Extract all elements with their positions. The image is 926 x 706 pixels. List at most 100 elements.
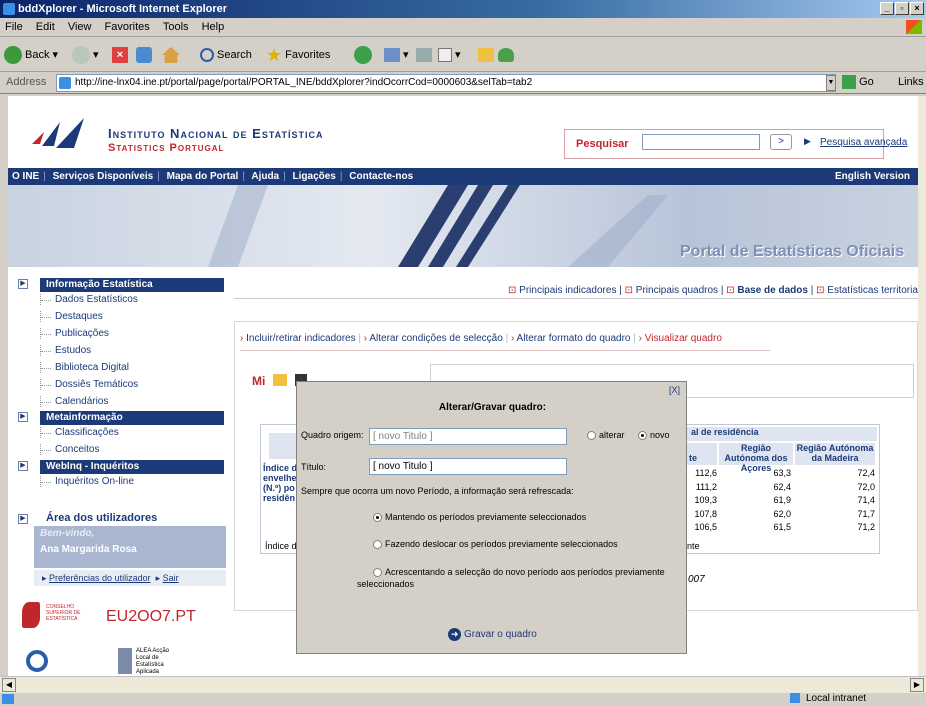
menu-favorites[interactable]: Favorites <box>105 21 150 33</box>
mi-icon[interactable]: Mi <box>252 374 265 388</box>
opt-novo-radio[interactable]: novo <box>638 430 670 441</box>
sidebar-item-dados[interactable]: Dados Estatísticos <box>40 294 138 305</box>
eu2007-logo[interactable]: CONSELHO SUPERIOR DE ESTATÍSTICA EU2OO7.… <box>18 598 218 638</box>
refresh-button[interactable] <box>136 44 152 66</box>
sidebar-item-conceitos[interactable]: Conceitos <box>40 444 99 455</box>
tab-base-de-dados[interactable]: Base de dados <box>737 285 808 296</box>
menu-bar: File Edit View Favorites Tools Help <box>0 18 926 37</box>
sidebar-item-inqueritos[interactable]: Inquéritos On-line <box>40 476 134 487</box>
go-button[interactable]: Go <box>842 75 874 89</box>
sidebar-item-classificacoes[interactable]: Classificações <box>40 427 119 438</box>
favorites-button[interactable]: ★ Favorites <box>266 44 330 66</box>
tab-icon: ⊡ <box>624 285 633 296</box>
sidebar-item-calendarios[interactable]: Calendários <box>40 396 108 407</box>
refresh-icon <box>136 47 152 63</box>
expand-icon[interactable]: ▶ <box>18 279 28 289</box>
menu-help[interactable]: Help <box>202 21 225 33</box>
column-header: Região Autónoma da Madeira <box>795 443 875 465</box>
scroll-right-icon[interactable]: ▶ <box>910 678 924 692</box>
sidebar-item-dossies[interactable]: Dossiês Temáticos <box>40 379 138 390</box>
title-input[interactable] <box>369 458 567 475</box>
address-dropdown-icon[interactable]: ▼ <box>826 75 836 91</box>
search-button[interactable]: Search <box>200 44 252 66</box>
table-row: 107,8 62,0 71,7 <box>694 508 875 519</box>
nav-o-ine[interactable]: O INE <box>12 171 39 182</box>
expand-icon[interactable]: ▶ <box>18 514 28 524</box>
expand-icon[interactable]: ▶ <box>18 412 28 422</box>
sidebar-section-informacao[interactable]: Informação Estatística <box>40 278 224 292</box>
nav-ajuda[interactable]: Ajuda <box>251 171 279 182</box>
opt-alterar-radio[interactable]: alterar <box>587 430 625 441</box>
page-viewport: Instituto Nacional de Estatística Statis… <box>8 96 918 676</box>
history-icon <box>384 48 400 62</box>
subtab-incluir[interactable]: Incluir/retirar indicadores <box>246 333 356 344</box>
sidebar-section-metainformacao[interactable]: Metainformação <box>40 411 224 425</box>
messenger-icon <box>498 48 514 62</box>
folder-button[interactable] <box>478 44 494 66</box>
nav-servicos[interactable]: Serviços Disponíveis <box>53 171 154 182</box>
origin-input[interactable] <box>369 428 567 445</box>
preferences-link[interactable]: Preferências do utilizador <box>49 573 151 583</box>
advanced-search-link[interactable]: Pesquisa avançada <box>820 137 907 148</box>
alea-logo-icon <box>118 648 132 674</box>
subtab-alterar-formato[interactable]: Alterar formato do quadro <box>517 333 631 344</box>
search-label: Pesquisar <box>576 138 629 150</box>
star-icon: ★ <box>266 45 283 65</box>
lisboa-logo-icon <box>26 650 48 672</box>
links-button[interactable]: Links <box>898 76 924 88</box>
back-button[interactable]: Back ▾ <box>4 44 58 66</box>
forward-button[interactable]: ▾ <box>72 44 99 66</box>
alea-logo[interactable]: ALEA Acção Local de Estatística Aplicada <box>18 644 218 676</box>
menu-tools[interactable]: Tools <box>163 21 189 33</box>
vertical-scrollbar[interactable] <box>918 96 926 676</box>
messenger-button[interactable] <box>498 44 514 66</box>
users-area-title[interactable]: Área dos utilizadores <box>46 512 157 524</box>
menu-file[interactable]: File <box>5 21 23 33</box>
tab-principais-quadros[interactable]: Principais quadros <box>636 285 718 296</box>
subtab-visualizar[interactable]: Visualizar quadro <box>645 333 722 344</box>
site-search-input[interactable] <box>642 134 760 150</box>
horizontal-scrollbar[interactable]: ◀ ▶ <box>0 676 926 693</box>
open-folder-icon[interactable] <box>273 374 288 386</box>
history-button[interactable]: ▾ <box>384 44 409 66</box>
option-deslocar-radio[interactable]: Fazendo deslocar os períodos previamente… <box>373 539 618 550</box>
welcome-text: Bem-vindo, <box>40 528 95 539</box>
option-mantendo-radio[interactable]: Mantendo os períodos previamente selecci… <box>373 512 586 523</box>
home-button[interactable] <box>162 44 180 66</box>
tab-estatisticas-territoriais[interactable]: Estatísticas territoria <box>827 285 918 296</box>
nav-ligacoes[interactable]: Ligações <box>293 171 336 182</box>
sidebar-item-publicacoes[interactable]: Publicações <box>40 328 109 339</box>
sidebar-section-webinq[interactable]: WebInq - Inquéritos <box>40 460 224 474</box>
save-table-button[interactable]: ➜ Gravar o quadro <box>297 628 688 641</box>
option-acrescentar-radio[interactable]: Acrescentando a selecção do novo período… <box>357 566 677 590</box>
subtabs-divider <box>240 350 770 351</box>
menu-edit[interactable]: Edit <box>36 21 55 33</box>
save-table-dialog: [X] Alterar/Gravar quadro: Quadro origem… <box>296 381 687 654</box>
nav-mapa[interactable]: Mapa do Portal <box>167 171 239 182</box>
sidebar-item-biblioteca[interactable]: Biblioteca Digital <box>40 362 129 373</box>
print-button[interactable] <box>416 44 432 66</box>
search-submit-button[interactable]: > <box>770 134 792 150</box>
english-version-link[interactable]: English Version <box>835 168 910 185</box>
logout-link[interactable]: Sair <box>163 573 179 583</box>
nav-contacte[interactable]: Contacte-nos <box>349 171 413 182</box>
media-button[interactable] <box>354 44 372 66</box>
address-input[interactable]: http://ine-lnx04.ine.pt/portal/page/port… <box>56 74 836 92</box>
subtabs: › Incluir/retirar indicadores | › Altera… <box>240 333 722 344</box>
maximize-button[interactable]: ▫ <box>895 2 909 15</box>
edit-button[interactable]: ▾ <box>438 44 461 66</box>
subtab-alterar-condicoes[interactable]: Alterar condições de selecção <box>369 333 502 344</box>
portal-title: Portal de Estatísticas Oficiais <box>680 243 905 260</box>
menu-view[interactable]: View <box>68 21 92 33</box>
institute-name: Instituto Nacional de Estatística <box>108 126 324 141</box>
minimize-button[interactable]: _ <box>880 2 894 15</box>
scroll-left-icon[interactable]: ◀ <box>2 678 16 692</box>
sidebar-item-estudos[interactable]: Estudos <box>40 345 91 356</box>
close-window-button[interactable]: × <box>910 2 924 15</box>
home-icon <box>162 47 180 63</box>
tab-principais-indicadores[interactable]: Principais indicadores <box>519 285 616 296</box>
stop-button[interactable]: × <box>112 44 128 66</box>
expand-icon[interactable]: ▶ <box>18 461 28 471</box>
close-dialog-button[interactable]: [X] <box>669 385 680 395</box>
sidebar-item-destaques[interactable]: Destaques <box>40 311 103 322</box>
